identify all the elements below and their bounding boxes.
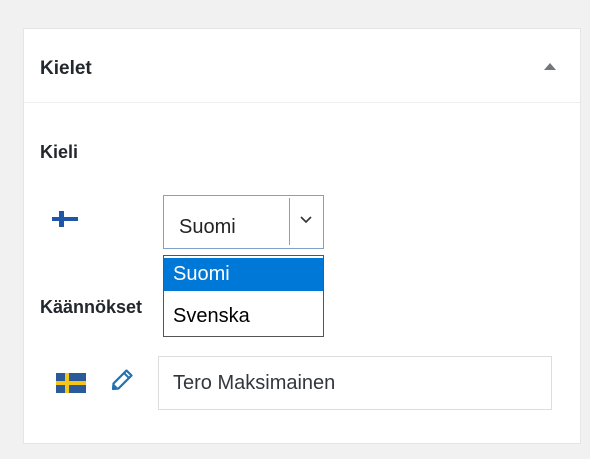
finland-flag-icon — [52, 211, 78, 227]
language-option-suomi[interactable]: Suomi — [164, 258, 323, 291]
sweden-flag-icon — [56, 373, 86, 393]
language-select-value: Suomi — [179, 216, 236, 238]
language-select[interactable]: Suomi — [163, 195, 324, 249]
pencil-icon[interactable] — [110, 368, 134, 392]
language-label: Kieli — [40, 142, 79, 162]
translation-input-svenska[interactable] — [158, 356, 552, 410]
select-arrow-button[interactable] — [289, 198, 322, 245]
collapse-toggle-button[interactable] — [538, 55, 562, 79]
language-dropdown-list: Suomi Svenska — [163, 255, 324, 337]
language-option-svenska[interactable]: Svenska — [164, 300, 323, 333]
languages-panel: Kielet Kieli Käännökset Suomi Suomi Sven… — [23, 28, 581, 444]
triangle-up-icon — [544, 63, 556, 70]
chevron-down-icon — [300, 216, 312, 224]
panel-header: Kielet — [24, 29, 580, 103]
translations-label: Käännökset — [40, 297, 143, 317]
panel-title: Kielet — [40, 58, 92, 79]
